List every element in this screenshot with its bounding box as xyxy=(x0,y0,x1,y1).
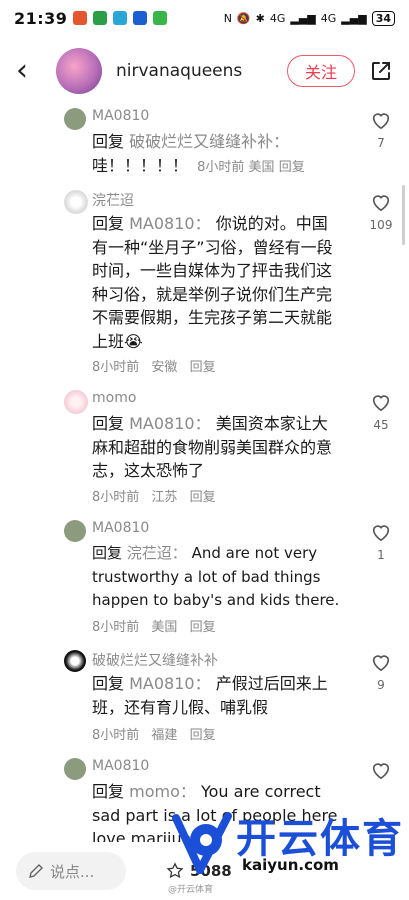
app-notification-icon xyxy=(93,11,108,25)
reply-word: 回复 xyxy=(92,132,125,151)
like-count: 7 xyxy=(377,136,385,150)
heart-icon xyxy=(372,113,390,130)
like-button[interactable]: 45 xyxy=(368,392,394,432)
username[interactable]: nirvanaqueens xyxy=(116,61,287,81)
commenter-name[interactable]: momo xyxy=(92,390,136,406)
reply-button[interactable]: 回复 xyxy=(190,728,216,743)
status-time: 21:39 xyxy=(14,8,68,28)
like-button[interactable]: 1 xyxy=(368,522,394,562)
network-label-2: 4G xyxy=(320,11,337,25)
comment-meta: 8小时前 美国 回复 xyxy=(92,616,224,635)
share-icon[interactable] xyxy=(369,59,393,83)
collect-count: 5088 xyxy=(190,862,232,880)
watermark-source: @开云体育 xyxy=(168,885,214,895)
pencil-icon xyxy=(29,864,43,878)
comment-text: 回复 momo： You are correct sad part is a l… xyxy=(92,780,342,842)
comment-meta: 8小时前 安徽 回复 xyxy=(92,356,224,375)
heart-icon xyxy=(372,525,390,542)
heart-icon xyxy=(372,395,390,412)
commenter-name[interactable]: MA0810 xyxy=(92,520,149,536)
reply-button[interactable]: 回复 xyxy=(190,620,216,635)
comment-time: 8小时前 xyxy=(92,490,140,505)
heart-icon xyxy=(372,195,390,212)
comment-time: 8小时前 xyxy=(92,620,140,635)
battery-indicator: 34 xyxy=(371,10,395,26)
comment-content: 你说的对。中国有一种“坐月子”习俗，曾经有一段时间，一些自媒体为了抨击我们这种习… xyxy=(92,214,333,351)
comment-input[interactable]: 说点... xyxy=(16,852,126,890)
comment-list: MA0810 回复 破破烂烂又缝缝补补： 哇！！！！！ 8小时前 美国 回复 7… xyxy=(0,102,409,842)
like-count: 1 xyxy=(377,548,385,562)
comment-location: 福建 xyxy=(151,728,178,743)
comment-location: 江苏 xyxy=(151,490,178,505)
like-count: 109 xyxy=(369,218,393,232)
reply-target[interactable]: 浣芢迢： xyxy=(127,544,187,562)
comment-meta: 8小时前 福建 回复 xyxy=(92,724,224,743)
comment-time: 8小时前 xyxy=(92,728,140,743)
status-bar: 21:39 N 🔕 ✱ 4G ▂▄▆ 4G ▂▄▆ 34 xyxy=(0,0,409,36)
reply-button[interactable]: 回复 xyxy=(190,490,216,505)
like-button[interactable]: 9 xyxy=(368,652,394,692)
reply-word: 回复 xyxy=(92,674,125,693)
reply-word: 回复 xyxy=(92,214,125,233)
commenter-avatar[interactable] xyxy=(64,520,86,542)
comment-text: 回复 MA0810： 美国资本家让大麻和超甜的食物削弱美国群众的意志，这太恐怖了 xyxy=(92,412,342,483)
heart-icon xyxy=(372,763,390,780)
nfc-icon: N xyxy=(223,11,232,25)
comment-text: 回复 MA0810： 产假过后回来上班，还有育儿假、哺乳假 xyxy=(92,672,342,719)
comment-content: 美国资本家让大麻和超甜的食物削弱美国群众的意志，这太恐怖了 xyxy=(92,414,333,480)
reply-button[interactable]: 回复 xyxy=(279,160,305,175)
commenter-avatar[interactable] xyxy=(64,758,86,780)
app-notification-icon xyxy=(133,11,148,25)
bluetooth-icon: ✱ xyxy=(255,11,265,25)
comment-text: 回复 浣芢迢： And are not very trustworthy a l… xyxy=(92,542,342,613)
reply-target[interactable]: MA0810： xyxy=(129,214,210,233)
app-notification-icon xyxy=(153,11,168,25)
app-notification-icon xyxy=(73,11,88,25)
app-notification-icon xyxy=(113,11,128,25)
comment-time: 8小时前 xyxy=(92,360,140,375)
avatar[interactable] xyxy=(56,48,102,94)
commenter-name[interactable]: 破破烂烂又缝缝补补 xyxy=(92,650,218,670)
commenter-name[interactable]: MA0810 xyxy=(92,108,149,124)
reply-target[interactable]: MA0810： xyxy=(129,674,210,693)
reply-button[interactable]: 回复 xyxy=(190,360,216,375)
back-icon[interactable]: ‹ xyxy=(16,56,42,86)
comment-content: 哇！！！！！ xyxy=(92,155,189,175)
signal-icon: ▂▄▆ xyxy=(290,11,316,25)
reply-word: 回复 xyxy=(92,782,125,801)
reply-target[interactable]: momo： xyxy=(129,782,196,801)
network-label: 4G xyxy=(269,11,286,25)
reply-word: 回复 xyxy=(92,544,123,562)
commenter-avatar[interactable] xyxy=(64,390,88,414)
reply-target[interactable]: 破破烂烂又缝缝补补： xyxy=(129,132,289,151)
commenter-avatar[interactable] xyxy=(64,650,86,672)
like-button[interactable]: 109 xyxy=(368,192,394,232)
comment-location: 美国 xyxy=(248,159,275,175)
comment-text: 回复 破破烂烂又缝缝补补： 哇！！！！！ 8小时前 美国 回复 xyxy=(92,130,342,179)
comment-location: 安徽 xyxy=(151,360,178,375)
collect-button[interactable]: 5088 xyxy=(166,862,232,880)
like-button[interactable] xyxy=(368,760,394,784)
star-icon xyxy=(166,862,184,879)
comment-meta: 8小时前 江苏 回复 xyxy=(92,486,224,505)
heart-icon xyxy=(372,655,390,672)
comment-time: 8小时前 xyxy=(197,159,245,175)
follow-button[interactable]: 关注 xyxy=(287,55,355,87)
commenter-avatar[interactable] xyxy=(64,190,88,214)
reply-target[interactable]: MA0810： xyxy=(129,414,210,433)
signal-icon: ▂▄▆ xyxy=(341,11,367,25)
commenter-name[interactable]: 浣芢迢 xyxy=(92,190,134,210)
comment-text: 回复 MA0810： 你说的对。中国有一种“坐月子”习俗，曾经有一段时间，一些自… xyxy=(92,212,342,353)
like-count: 9 xyxy=(377,678,385,692)
commenter-name[interactable]: MA0810 xyxy=(92,758,149,774)
like-count: 45 xyxy=(373,418,389,432)
like-button[interactable]: 7 xyxy=(368,110,394,150)
profile-header: ‹ nirvanaqueens 关注 xyxy=(0,40,409,102)
mute-icon: 🔕 xyxy=(236,11,251,25)
reply-word: 回复 xyxy=(92,414,125,433)
commenter-avatar[interactable] xyxy=(64,108,86,130)
comment-input-placeholder: 说点... xyxy=(50,862,95,881)
comment-location: 美国 xyxy=(151,620,178,635)
